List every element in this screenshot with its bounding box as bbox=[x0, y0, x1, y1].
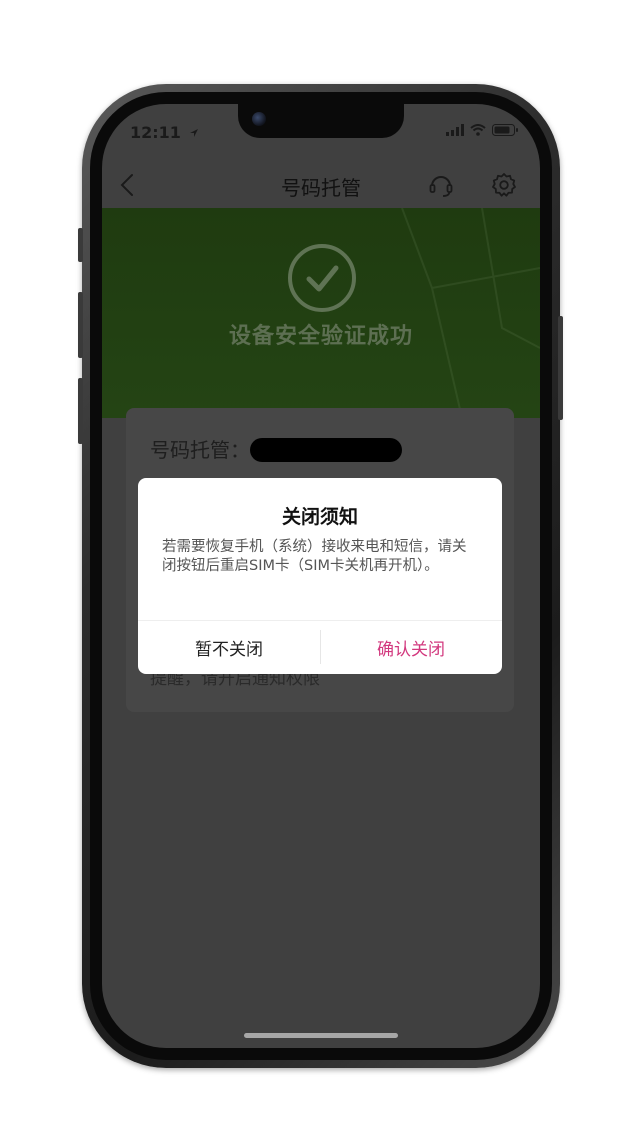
verification-success-text: 设备安全验证成功 bbox=[228, 324, 413, 349]
status-time: 12:11 bbox=[130, 123, 199, 142]
volume-up-button bbox=[78, 292, 83, 358]
confirm-close-button[interactable]: 确认关闭 bbox=[320, 621, 502, 674]
redacted-phone-number bbox=[250, 438, 402, 462]
signal-icon bbox=[446, 124, 464, 136]
mute-switch bbox=[78, 228, 83, 262]
check-circle-icon bbox=[288, 244, 356, 312]
battery-icon bbox=[492, 124, 518, 136]
cancel-button[interactable]: 暂不关闭 bbox=[138, 621, 320, 674]
status-indicators bbox=[446, 124, 518, 136]
front-camera bbox=[252, 112, 266, 126]
customer-service-icon[interactable] bbox=[428, 172, 454, 198]
gear-icon[interactable] bbox=[491, 172, 517, 198]
time-text: 12:11 bbox=[130, 123, 181, 142]
home-indicator[interactable] bbox=[244, 1033, 398, 1038]
verification-banner: 设备安全验证成功 bbox=[102, 208, 540, 418]
dialog-message: 若需要恢复手机（系统）接收来电和短信，请关闭按钮后重启SIM卡（SIM卡关机再开… bbox=[162, 539, 467, 574]
close-notice-dialog: 关闭须知 若需要恢复手机（系统）接收来电和短信，请关闭按钮后重启SIM卡（SIM… bbox=[138, 478, 502, 674]
page-title: 号码托管 bbox=[281, 176, 361, 200]
location-arrow-icon bbox=[189, 129, 198, 137]
power-button bbox=[558, 316, 563, 420]
navigation-bar: 号码托管 bbox=[102, 160, 540, 208]
volume-down-button bbox=[78, 378, 83, 444]
number-hosting-label: 号码托管： bbox=[150, 438, 250, 462]
map-pattern-icon bbox=[401, 208, 540, 418]
screen: 设备安全验证成功 12:11 号码托管 号码托管： 提醒，请开启通知权限 关闭须… bbox=[102, 104, 540, 1048]
dialog-title: 关闭须知 bbox=[281, 506, 358, 528]
wifi-icon bbox=[470, 124, 486, 136]
